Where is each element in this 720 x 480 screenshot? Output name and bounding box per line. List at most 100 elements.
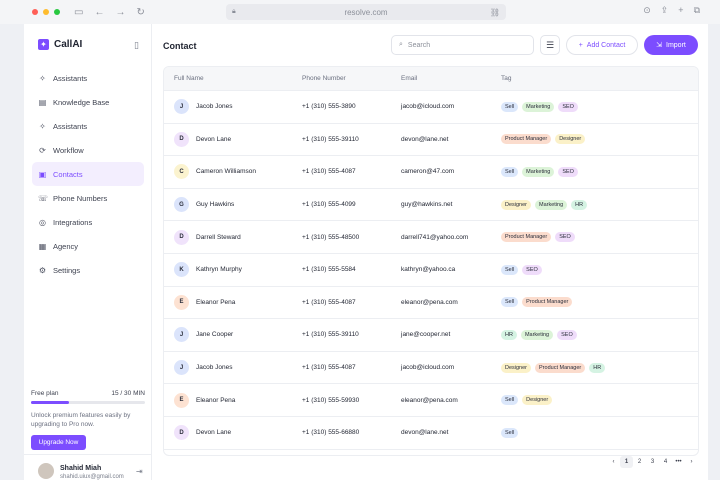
contact-name[interactable]: Eleanor Pena (196, 299, 235, 306)
contact-phone: +1 (310) 555-39110 (302, 331, 359, 339)
contact-name-cell: D Devon Lane (164, 131, 302, 147)
contact-name-cell: D Devon Lane (164, 425, 302, 441)
user-profile[interactable]: Shahid Miah shahid.uiux@gmail.com ⇥ (24, 454, 152, 480)
contact-tags: Sell Product Manager (501, 297, 698, 308)
table-row[interactable]: G Guy Hawkins +1 (310) 555-4099 guy@hawkins… (164, 189, 698, 222)
sidebar-item-knowledge-base[interactable]: ▤ Knowledge Base (32, 90, 144, 114)
share-icon[interactable]: ⇪ (661, 5, 669, 16)
tag-badge: Product Manager (535, 362, 586, 373)
tag-badge: HR (571, 199, 588, 210)
table-row[interactable]: J Jacob Jones +1 (310) 555-3890 jacob@iclou… (164, 91, 698, 124)
plan-progress-bar (31, 401, 145, 404)
contacts-icon: ▣ (38, 169, 47, 179)
table-row[interactable]: D Darrell Steward +1 (310) 555-48500 darrel… (164, 221, 698, 254)
avatar: E (174, 294, 189, 310)
tag-badge: SEO (557, 329, 577, 340)
contact-name-cell: K Kathryn Murphy (164, 262, 302, 278)
tag-badge: SEO (522, 264, 542, 275)
sidebar-item-contacts[interactable]: ▣ Contacts (32, 162, 144, 186)
sidebar-item-settings[interactable]: ⚙ Settings (32, 258, 144, 282)
new-tab-icon[interactable]: + (678, 5, 683, 16)
column-header-phone[interactable]: Phone Number (302, 75, 401, 82)
tag-badge: Product Manager (501, 134, 552, 145)
next-page-icon[interactable]: › (685, 456, 698, 468)
contact-email: eleanor@pena.com (401, 396, 458, 404)
plan-progress-fill (31, 401, 69, 404)
contact-name[interactable]: Jacob Jones (196, 364, 233, 371)
link-icon[interactable]: ⛓︎ (490, 8, 500, 17)
table-row[interactable]: J Jane Cooper +1 (310) 555-39110 jane@coope… (164, 319, 698, 352)
sidebar-item-assistants[interactable]: ✧ Assistants (32, 114, 144, 138)
upgrade-button[interactable]: Upgrade Now (31, 435, 86, 450)
page-button[interactable]: 1 (620, 456, 633, 468)
search-input[interactable]: ⌕ Search (391, 35, 534, 55)
tabs-overview-icon[interactable]: ⧉ (694, 5, 700, 16)
contact-name-cell: E Eleanor Pena (164, 392, 302, 408)
close-window-button[interactable] (32, 9, 38, 15)
sidebar-item-integrations[interactable]: ◎ Integrations (32, 210, 144, 234)
contact-name[interactable]: Jane Cooper (196, 331, 233, 338)
tag-badge: HR (501, 329, 517, 340)
column-header-tag[interactable]: Tag (501, 75, 698, 82)
contact-name[interactable]: Guy Hawkins (196, 201, 234, 208)
minimize-window-button[interactable] (43, 9, 49, 15)
contact-name-cell: E Eleanor Pena (164, 294, 302, 310)
back-icon[interactable]: ← (94, 7, 104, 18)
page-button[interactable]: 3 (646, 456, 659, 468)
pagination: ‹ 1 2 3 4 ••• › (607, 456, 698, 468)
sidebar-item-phone-numbers[interactable]: ☏ Phone Numbers (32, 186, 144, 210)
sidebar-item-label: Agency (53, 241, 79, 251)
table-row[interactable]: D Devon Lane +1 (310) 555-39110 devon@lane.… (164, 124, 698, 157)
table-row[interactable]: D Devon Lane +1 (310) 555-66880 devon@lane.… (164, 417, 698, 450)
plan-description: Unlock premium features easily by upgrad… (31, 412, 131, 428)
contact-name[interactable]: Jacob Jones (196, 103, 233, 110)
forward-icon[interactable]: → (115, 7, 125, 18)
table-row[interactable]: E Eleanor Pena +1 (310) 555-59930 eleanor@p… (164, 384, 698, 417)
contact-name[interactable]: Darrell Steward (196, 234, 241, 241)
contact-name[interactable]: Eleanor Pena (196, 397, 235, 404)
tag-badge: Sell (501, 264, 519, 275)
contact-name[interactable]: Devon Lane (196, 136, 231, 143)
tag-badge: Sell (501, 166, 519, 177)
column-header-email[interactable]: Email (401, 75, 501, 82)
table-row[interactable]: E Eleanor Pena +1 (310) 555-4087 eleanor@pe… (164, 287, 698, 320)
table-row[interactable]: J Jacob Jones +1 (310) 555-4087 jacob@iclou… (164, 352, 698, 385)
profile-name: Shahid Miah (60, 465, 102, 472)
gear-icon: ⚙ (38, 265, 47, 275)
filter-button[interactable]: ☰ (540, 35, 560, 55)
more-pages-icon[interactable]: ••• (672, 456, 685, 468)
brand[interactable]: ✦ CallAI (38, 39, 82, 50)
table-row[interactable]: C Cameron Williamson +1 (310) 555-4087 came… (164, 156, 698, 189)
page-button[interactable]: 4 (659, 456, 672, 468)
contact-email: guy@hawkins.net (401, 201, 453, 209)
page-button[interactable]: 2 (633, 456, 646, 468)
sidebar-item-workflow[interactable]: ⟳ Workflow (32, 138, 144, 162)
page-header: Contact ⌕ Search ☰ + Add Contact ⇲ Impor… (152, 24, 708, 64)
column-header-name[interactable]: Full Name (164, 75, 302, 82)
contact-name[interactable]: Cameron Williamson (196, 168, 256, 175)
integrations-icon: ◎ (39, 217, 46, 227)
sidebar-item-assistants[interactable]: ✧ Assistants (32, 66, 144, 90)
prev-page-icon[interactable]: ‹ (607, 456, 620, 468)
import-button[interactable]: ⇲ Import (644, 35, 698, 55)
sidebar-item-agency[interactable]: ▦ Agency (32, 234, 144, 258)
contact-name[interactable]: Kathryn Murphy (196, 266, 242, 273)
tag-badge: SEO (555, 232, 575, 243)
logout-icon[interactable]: ⇥ (136, 467, 143, 476)
add-contact-button[interactable]: + Add Contact (566, 35, 638, 55)
collapse-sidebar-icon[interactable]: ▯ (134, 40, 139, 51)
contact-name[interactable]: Devon Lane (196, 429, 231, 436)
tag-badge: Designer (555, 134, 586, 145)
maximize-window-button[interactable] (54, 9, 60, 15)
sidebar-item-label: Workflow (53, 145, 84, 155)
tag-badge: Marketing (522, 101, 555, 112)
avatar: D (174, 425, 189, 441)
address-bar[interactable]: 🔒︎ resolve.com ⛓︎ (226, 4, 506, 20)
contact-tags: Designer Product Manager HR (501, 362, 698, 373)
download-icon[interactable]: ⊙ (643, 5, 651, 16)
contact-email: jane@cooper.net (401, 331, 451, 339)
reload-icon[interactable]: ↻ (136, 7, 144, 18)
table-row[interactable]: K Kathryn Murphy +1 (310) 555-5584 kathryn@… (164, 254, 698, 287)
plan-usage: 15 / 30 MIN (111, 390, 145, 397)
sidebar-toggle-icon[interactable]: ▭ (74, 7, 83, 18)
